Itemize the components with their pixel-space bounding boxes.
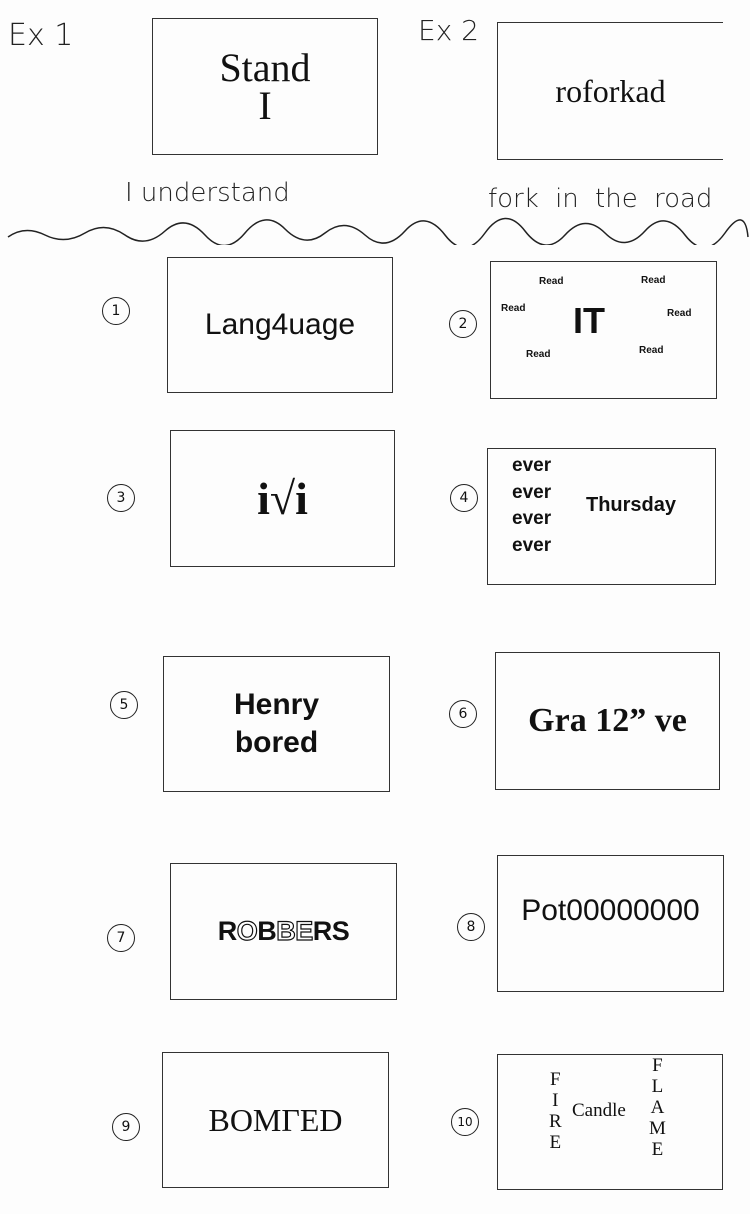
flame-vertical: FLAME [649,1055,666,1160]
letter: M [649,1118,666,1139]
puzzle-3-text: i√i [257,473,308,524]
letter: E [549,1132,562,1153]
puzzle-2-center: IT [573,300,605,341]
example-2-word: roforkad [555,72,666,109]
puzzle-9-text: BOMΓED [208,1101,343,1138]
puzzle-1-box: Lang4uage [167,257,393,393]
puzzle-6-text: Gra 12” ve [528,702,687,739]
ever-word: ever [512,455,552,476]
letter: F [652,1055,663,1076]
letter: F [550,1069,561,1090]
wavy-divider [7,217,749,245]
puzzle-7-box: ROBBERS [170,863,397,1000]
read-word: Read [539,276,564,287]
letter: I [552,1090,559,1111]
example-1-word: Stand [219,44,311,90]
read-word: Read [667,308,692,319]
letter: R [549,1111,562,1132]
number-circle-3: 3 [107,484,135,512]
puzzle-9-box: BOMΓED [162,1052,389,1188]
puzzle-5-line: bored [234,726,319,759]
puzzle-10-box: FIRE Candle FLAME [497,1054,723,1190]
number-circle-4: 4 [450,484,478,512]
number-circle-1: 1 [102,297,130,325]
fire-vertical: FIRE [549,1069,562,1153]
puzzle-5-line: Henry [233,688,320,721]
puzzle-7-text: ROBBERS [217,915,350,946]
example-1-answer: I understand [125,178,290,208]
read-word: Read [639,345,664,356]
ever-word: ever [512,481,552,503]
puzzle-8-box: Pot00000000 [497,855,724,992]
candle-word: Candle [572,1100,626,1121]
puzzle-3-box: i√i [170,430,395,567]
puzzle-5-box: Henry bored [163,656,390,792]
puzzle-8-text: Pot00000000 [521,894,700,927]
number-circle-10: 10 [451,1108,479,1136]
thursday-word: Thursday [586,494,677,516]
ever-word: ever [512,534,552,556]
puzzle-2-box: Read Read Read Read Read Read IT [490,261,717,399]
example-2-answer: fork in the road [488,184,713,214]
example-1-box: Stand I [152,18,378,155]
letter: L [651,1076,664,1097]
number-circle-9: 9 [112,1113,140,1141]
number-circle-8: 8 [457,913,485,941]
puzzle-4-box: ever ever ever ever Thursday [487,448,716,585]
number-circle-6: 6 [449,700,477,728]
read-word: Read [501,303,526,314]
letter: A [650,1097,665,1118]
example-2-label: Ex 2 [418,14,479,47]
example-1-word: I [258,82,272,128]
ever-stack: ever ever ever ever [512,453,551,559]
number-circle-7: 7 [107,924,135,952]
number-circle-2: 2 [449,310,477,338]
puzzle-6-box: Gra 12” ve [495,652,720,790]
puzzle-1-text: Lang4uage [204,308,356,341]
read-word: Read [526,349,551,360]
number-circle-5: 5 [110,691,138,719]
read-word: Read [641,275,666,286]
example-2-box: roforkad [497,22,723,160]
example-1-label: Ex 1 [8,18,74,53]
ever-word: ever [512,508,552,529]
letter: E [651,1139,664,1160]
worksheet: Ex 1 Stand I Ex 2 roforkad I understand … [0,0,750,1214]
